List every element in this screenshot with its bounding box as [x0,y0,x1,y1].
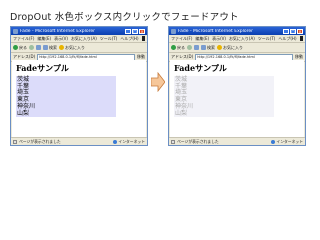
menu-tools[interactable]: ツール(T) [100,36,118,42]
list-item: 埼玉 [17,89,30,97]
favorites-button[interactable]: お気に入り [217,45,243,51]
maximize-button[interactable]: □ [132,28,138,34]
window-titlebar: Fade - Microsoft Internet Explorer _ □ × [169,27,305,35]
status-zone: インターネット [271,139,303,145]
favorites-label: お気に入り [65,44,85,50]
favorites-star-icon [217,45,222,50]
status-zone-label: インターネット [118,138,145,144]
menu-favorites[interactable]: お気に入り(A) [71,36,97,42]
ie-icon [13,28,18,34]
status-bar: ページが表示されました インターネット [169,137,305,145]
page-icon [171,139,175,144]
menu-view[interactable]: 表示(V) [212,36,226,42]
menu-file[interactable]: ファイル(F) [171,36,192,42]
page-icon [13,139,17,144]
slide-title: DropOut 水色ボックス内クリックでフェードアウト [10,12,239,23]
back-arrow-icon [13,45,18,50]
favorites-button[interactable]: お気に入り [59,45,85,51]
status-zone: インターネット [113,139,145,145]
back-button[interactable]: 戻る [13,45,27,51]
status-text: ページが表示されました [19,138,61,144]
search-icon [201,45,206,50]
forward-arrow-icon [187,45,192,50]
list-item: 茨城 [17,76,30,83]
window-title: Fade - Microsoft Internet Explorer [20,28,95,34]
close-button[interactable]: × [297,28,303,34]
list-item: 千葉 [17,82,30,90]
menu-file[interactable]: ファイル(F) [13,36,34,42]
list-item: 神奈川 [175,102,194,110]
menu-favorites[interactable]: お気に入り(A) [229,36,255,42]
close-button[interactable]: × [139,28,145,34]
window-titlebar: Fade - Microsoft Internet Explorer _ □ × [11,27,147,35]
list-item: 埼玉 [175,89,188,97]
search-label: 検索 [49,44,57,50]
browser-window-before: Fade - Microsoft Internet Explorer _ □ ×… [10,26,148,146]
search-button[interactable]: 検索 [43,45,57,51]
toolbar: 戻る 検索 お気に入り [169,43,305,53]
window-title: Fade - Microsoft Internet Explorer [178,28,253,34]
search-button[interactable]: 検索 [201,45,215,51]
ie-icon [171,28,176,34]
favorites-star-icon [59,45,64,50]
forward-arrow-icon [29,45,34,50]
list-item: 千葉 [175,82,188,90]
maximize-button[interactable]: □ [290,28,296,34]
right-arrow-icon [151,72,165,92]
status-zone-label: インターネット [276,138,303,144]
back-button[interactable]: 戻る [171,45,185,51]
page-heading: Fadeサンプル [16,63,69,73]
list-item: 茨城 [175,76,188,83]
page-heading: Fadeサンプル [174,63,227,73]
forward-button[interactable] [187,45,192,50]
page-content: Fadeサンプル 茨城 千葉 埼玉 東京 神奈川 山梨 [170,60,304,137]
search-label: 検索 [207,44,215,50]
menu-bar: ファイル(F) 編集(E) 表示(V) お気に入り(A) ツール(T) ヘルプ(… [169,35,305,43]
menu-edit[interactable]: 編集(E) [195,36,209,42]
favorites-label: お気に入り [223,44,243,50]
minimize-button[interactable]: _ [125,28,131,34]
stop-button[interactable] [36,45,41,50]
stop-button[interactable] [194,45,199,50]
internet-globe-icon [271,139,276,144]
stop-icon [36,45,41,50]
list-item: 神奈川 [17,102,36,110]
menu-bar: ファイル(F) 編集(E) 表示(V) お気に入り(A) ツール(T) ヘルプ(… [11,35,147,43]
menu-edit[interactable]: 編集(E) [37,36,51,42]
back-label: 戻る [177,44,185,50]
back-arrow-icon [171,45,176,50]
menu-tools[interactable]: ツール(T) [258,36,276,42]
status-text: ページが表示されました [177,138,219,144]
toolbar: 戻る 検索 お気に入り [11,43,147,53]
windows-logo-icon [141,36,145,41]
menu-help[interactable]: ヘルプ(H) [120,36,138,42]
internet-globe-icon [113,139,118,144]
menu-help[interactable]: ヘルプ(H) [278,36,296,42]
browser-window-after: Fade - Microsoft Internet Explorer _ □ ×… [168,26,306,146]
menu-view[interactable]: 表示(V) [54,36,68,42]
search-icon [43,45,48,50]
stop-icon [194,45,199,50]
arrow-shape [151,72,165,92]
forward-button[interactable] [29,45,34,50]
list-item: 山梨 [175,109,188,117]
windows-logo-icon [299,36,303,41]
back-label: 戻る [19,44,27,50]
page-content: Fadeサンプル 茨城 千葉 埼玉 東京 神奈川 山梨 [12,60,146,137]
prefecture-box[interactable]: 茨城 千葉 埼玉 東京 神奈川 山梨 [16,76,116,117]
minimize-button[interactable]: _ [283,28,289,34]
prefecture-box-faded[interactable]: 茨城 千葉 埼玉 東京 神奈川 山梨 [174,76,274,117]
list-item: 山梨 [17,109,30,117]
status-bar: ページが表示されました インターネット [11,137,147,145]
